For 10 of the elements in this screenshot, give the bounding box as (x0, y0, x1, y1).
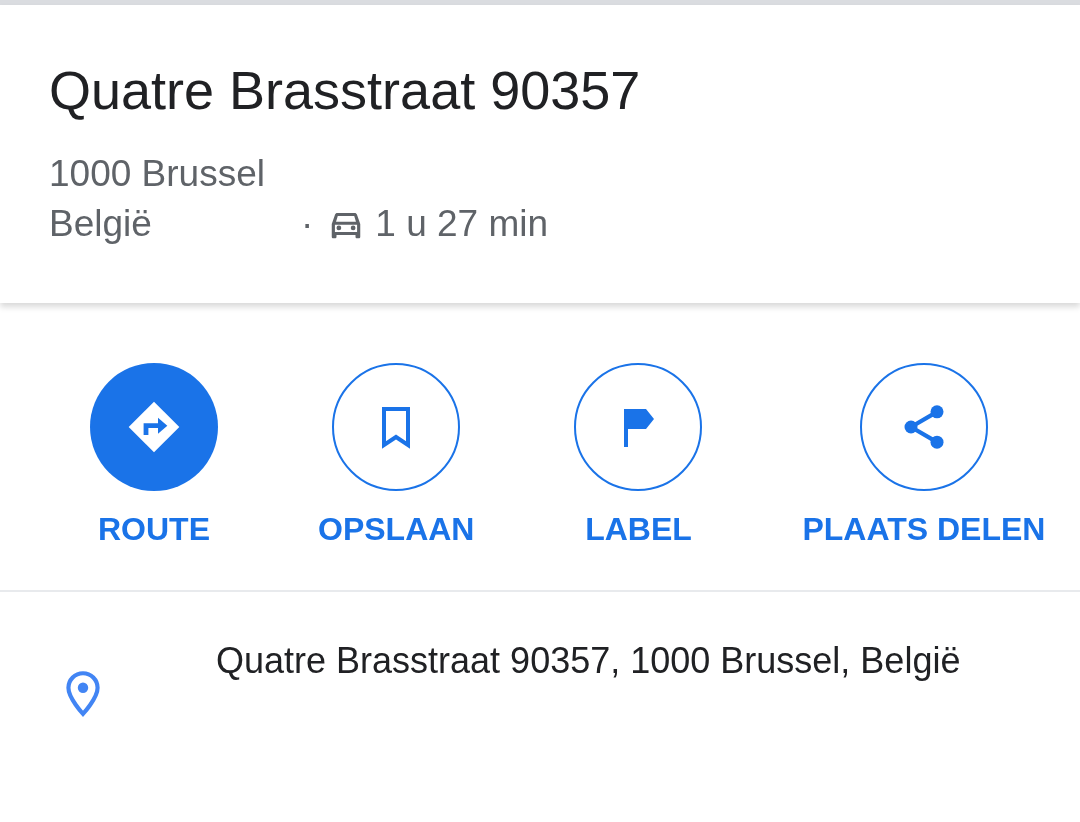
place-title: Quatre Brasstraat 90357 (49, 59, 642, 122)
action-button[interactable]: LABEL (574, 363, 703, 548)
separator-dot: · (301, 203, 314, 245)
action-button[interactable]: OPSLAAN (318, 363, 475, 548)
action-button[interactable]: PLAATS DELEN (802, 363, 1046, 548)
address-line: 1000 Brussel (49, 152, 266, 196)
address-line: België (49, 202, 153, 246)
travel-time: 1 u 27 min (375, 203, 549, 245)
full-address: Quatre Brasstraat 90357, 1000 Brussel, België (216, 639, 962, 683)
action-button[interactable]: ROUTE (90, 363, 218, 548)
